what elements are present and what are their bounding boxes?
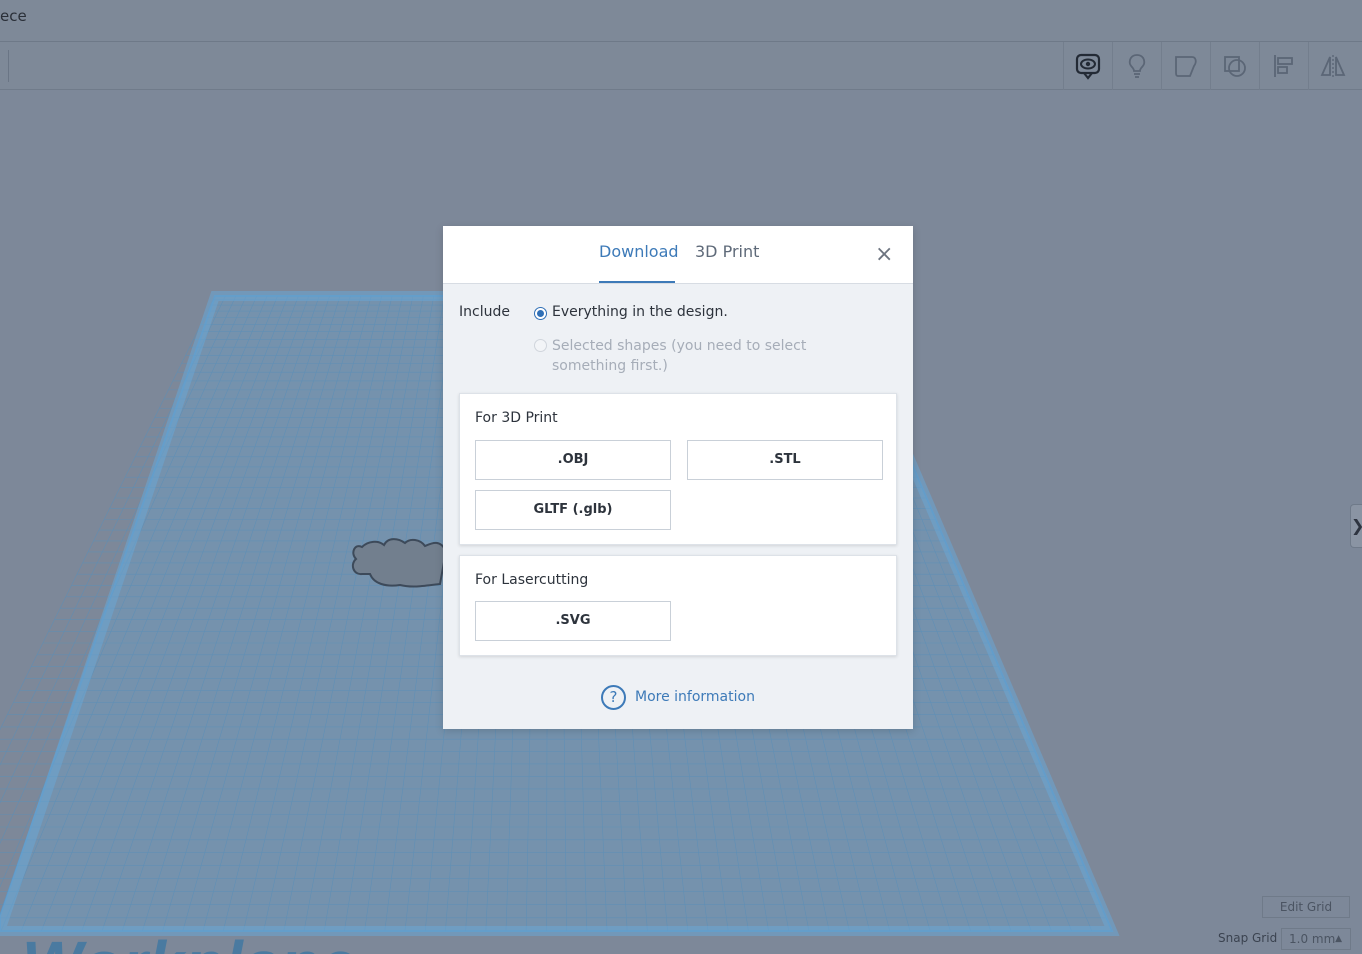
- download-obj-button[interactable]: .OBJ: [475, 440, 671, 480]
- ungroup-button[interactable]: [1210, 42, 1259, 90]
- edit-grid-button[interactable]: Edit Grid: [1262, 896, 1350, 918]
- download-gltf-button[interactable]: GLTF (.glb): [475, 490, 671, 530]
- lightbulb-icon: [1128, 54, 1146, 78]
- title-bar: ece: [0, 0, 1362, 42]
- snap-grid-select[interactable]: 1.0 mm ▲: [1281, 928, 1351, 950]
- align-button[interactable]: [1259, 42, 1308, 90]
- close-icon: ×: [875, 242, 894, 267]
- design-title[interactable]: ece: [0, 7, 27, 25]
- help-icon: ?: [601, 684, 626, 710]
- radio-selected-shapes: [534, 339, 547, 352]
- show-all-button[interactable]: [1063, 42, 1112, 90]
- tab-3d-print[interactable]: 3D Print: [695, 242, 759, 283]
- toolbar-divider: [8, 50, 9, 82]
- group-shapes-icon: [1175, 56, 1197, 77]
- ungroup-shapes-icon: [1224, 56, 1246, 77]
- section-3d-print-title: For 3D Print: [475, 410, 558, 426]
- chevron-right-icon: ❯: [1351, 516, 1362, 535]
- align-icon: [1274, 55, 1293, 77]
- workplane-label: Workplane: [22, 927, 357, 954]
- group-button[interactable]: [1161, 42, 1210, 90]
- snap-grid-label: Snap Grid: [1218, 931, 1278, 945]
- download-svg-button[interactable]: .SVG: [475, 601, 671, 641]
- dialog-header: Download 3D Print ×: [443, 226, 913, 284]
- panel-toggle-handle[interactable]: ❯: [1350, 504, 1362, 548]
- snap-grid-value: 1.0 mm: [1289, 932, 1336, 946]
- section-lasercutting: For Lasercutting .SVG: [459, 555, 897, 656]
- mirror-icon: [1320, 55, 1346, 77]
- section-3d-print: For 3D Print .OBJ .STL GLTF (.glb): [459, 393, 897, 545]
- caret-up-icon: ▲: [1335, 934, 1342, 944]
- view-tool-group: [1063, 42, 1357, 90]
- radio-everything[interactable]: [534, 307, 547, 320]
- show-all-icon: [1075, 53, 1101, 80]
- close-button[interactable]: ×: [875, 244, 893, 266]
- tab-download[interactable]: Download: [599, 242, 679, 283]
- radio-everything-label[interactable]: Everything in the design.: [552, 304, 728, 320]
- export-dialog: Download 3D Print × Include Everything i…: [443, 226, 913, 729]
- lightbulb-button[interactable]: [1112, 42, 1161, 90]
- more-information-label: More information: [635, 689, 755, 705]
- toolbar: [0, 42, 1362, 90]
- mirror-button[interactable]: [1308, 42, 1357, 90]
- download-stl-button[interactable]: .STL: [687, 440, 883, 480]
- more-information-link[interactable]: ? More information: [601, 684, 755, 710]
- include-label: Include: [459, 304, 510, 320]
- radio-selected-shapes-label: Selected shapes (you need to select some…: [552, 338, 807, 374]
- section-lasercutting-title: For Lasercutting: [475, 572, 589, 588]
